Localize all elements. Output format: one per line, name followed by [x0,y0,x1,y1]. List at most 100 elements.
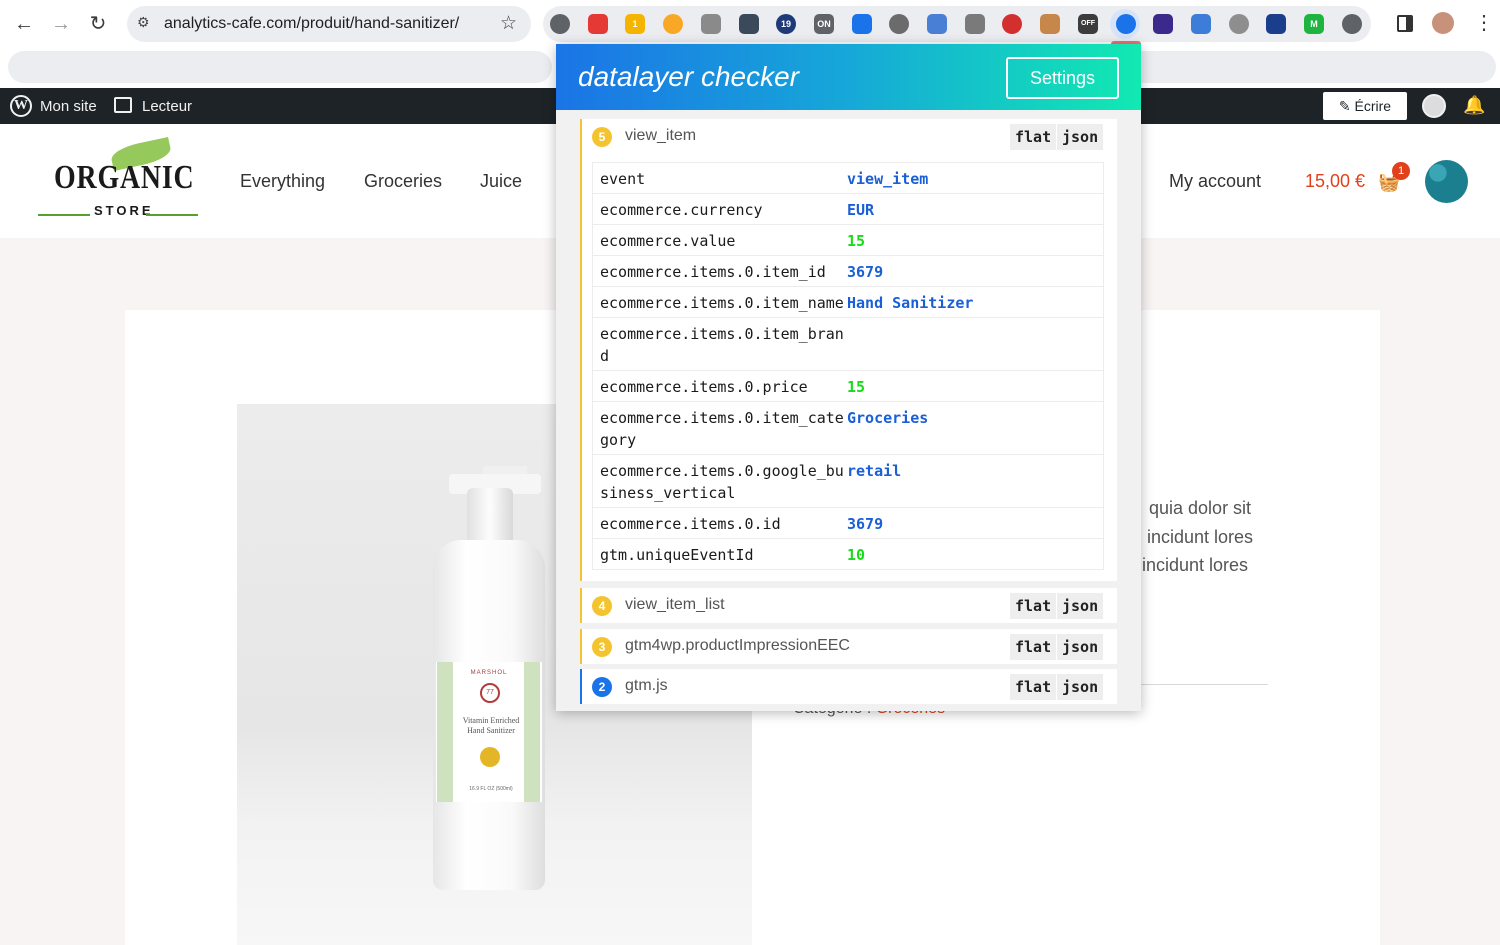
cloud-icon[interactable]: ON [814,14,834,34]
duck-icon[interactable] [663,14,683,34]
label-stripe-left [437,662,453,802]
back-arrow-icon[interactable]: ← [10,10,38,38]
flat-view-button[interactable]: flat [1010,124,1057,150]
event-card-accent [580,629,582,664]
event-name[interactable]: view_item_list [625,596,725,614]
row-key: ecommerce.items.0.item_id [600,263,826,281]
site-user-avatar[interactable] [1425,160,1468,203]
my-site-link[interactable]: Mon site [40,98,97,115]
layers-icon[interactable] [1153,14,1173,34]
row-key: ecommerce.items.0.item_name [600,294,844,312]
row-key: ecommerce.value [600,232,736,250]
description-line-1: quia dolor sit [1149,498,1252,518]
logo-subtitle: STORE [94,203,154,218]
row-value: 15 [847,378,866,396]
reader-link[interactable]: Lecteur [142,98,192,115]
table-row: ecommerce.items.0.google_business_vertic… [593,455,1103,508]
event-card-product-impression[interactable]: 3 gtm4wp.productImpressionEEC flat json [580,629,1117,664]
wordpress-logo-icon[interactable]: W [10,95,32,117]
event-name[interactable]: view_item [625,127,696,145]
site-logo[interactable]: ORGANIC STORE [36,137,201,221]
json-view-button[interactable]: json [1057,674,1104,700]
label-brand: MARSHOL [470,670,508,676]
row-value: 15 [847,232,866,250]
logo-wordmark: ORGANIC [54,159,195,196]
wp-user-avatar[interactable] [1422,94,1446,118]
tag-assistant-icon[interactable]: 1 [625,14,645,34]
table-row: ecommerce.items.0.item_name Hand Sanitize… [593,287,1103,318]
cookie-icon[interactable] [1040,14,1060,34]
event-card-view-item-list[interactable]: 4 view_item_list flat json [580,588,1117,623]
bookmark-star-icon[interactable]: ☆ [500,12,517,35]
row-key: event [600,170,646,188]
row-value: retail [847,462,902,480]
reload-icon[interactable]: ↻ [84,10,112,38]
event-name[interactable]: gtm.js [625,677,668,695]
write-button[interactable]: ✎ Écrire [1323,92,1407,120]
forward-arrow-icon[interactable]: → [47,10,75,38]
nav-juice[interactable]: Juice [480,171,522,192]
red-square-icon[interactable] [1002,14,1022,34]
table-row: ecommerce.items.0.id 3679 [593,508,1103,539]
profile-avatar[interactable] [1432,12,1454,34]
event-index-badge: 4 [592,596,612,616]
row-value: 3679 [847,263,884,281]
gear-icon[interactable] [701,14,721,34]
event-card-accent [580,119,582,581]
event-index-badge: 5 [592,127,612,147]
row-value: 3679 [847,515,884,533]
table-row: event view_item [593,163,1103,194]
address-bar[interactable]: ⚙ analytics-cafe.com/produit/hand-saniti… [127,6,531,42]
star-burst-icon[interactable] [1191,14,1211,34]
compass-icon[interactable] [739,14,759,34]
reader-icon[interactable] [114,97,132,113]
row-value: EUR [847,201,875,219]
event-name[interactable]: gtm4wp.productImpressionEEC [625,637,850,655]
nav-my-account[interactable]: My account [1169,171,1261,192]
table-row: ecommerce.items.0.item_category Groceries [593,402,1103,455]
event-card-gtm-js[interactable]: 2 gtm.js flat json [580,669,1117,704]
row-value: 10 [847,546,866,564]
nav-groceries[interactable]: Groceries [364,171,442,192]
secondary-pill-left [8,51,552,83]
window-icon[interactable] [927,14,947,34]
flat-view-button[interactable]: flat [1010,674,1057,700]
secondary-pill-right [1128,51,1496,83]
label-text: Vitamin Enriched Hand Sanitizer [455,716,527,736]
label-line-1: Vitamin Enriched [462,716,520,725]
eye-icon[interactable] [1116,14,1136,34]
w3-icon[interactable]: 19 [776,14,796,34]
alien-icon[interactable] [1266,14,1286,34]
popup-title: datalayer checker [578,61,800,92]
puzzle-icon[interactable] [1342,14,1362,34]
json-view-button[interactable]: json [1057,124,1104,150]
row-value [847,323,1103,367]
flat-view-button[interactable]: flat [1010,593,1057,619]
youtube-icon[interactable] [588,14,608,34]
label-seal-number: 77 [486,689,494,696]
code-icon[interactable] [550,14,570,34]
m-icon[interactable]: M [1304,14,1324,34]
row-key: ecommerce.items.0.id [600,515,781,533]
globe-icon[interactable] [889,14,909,34]
table-row: ecommerce.value 15 [593,225,1103,256]
flat-view-button[interactable]: flat [1010,634,1057,660]
browser-menu-icon[interactable]: ⋮ [1474,10,1494,35]
site-info-icon[interactable]: ⚙ [137,14,150,31]
json-view-button[interactable]: json [1057,634,1104,660]
event-index-badge: 3 [592,637,612,657]
json-view-button[interactable]: json [1057,593,1104,619]
row-key: ecommerce.items.0.item_category [600,409,844,449]
row-key: ecommerce.items.0.google_business_vertic… [600,462,844,502]
notifications-bell-icon[interactable]: 🔔 [1463,95,1485,116]
nav-everything[interactable]: Everything [240,171,325,192]
cart-total[interactable]: 15,00 € [1305,171,1365,192]
url-text[interactable]: analytics-cafe.com/produit/hand-sanitize… [164,15,459,33]
settings-button[interactable]: Settings [1006,57,1119,99]
off-icon[interactable]: OFF [1078,14,1098,34]
link-icon[interactable] [965,14,985,34]
colorful-icon[interactable] [1229,14,1249,34]
table-row: ecommerce.items.0.item_id 3679 [593,256,1103,287]
side-panel-icon[interactable] [1397,15,1413,32]
tag-icon[interactable] [852,14,872,34]
